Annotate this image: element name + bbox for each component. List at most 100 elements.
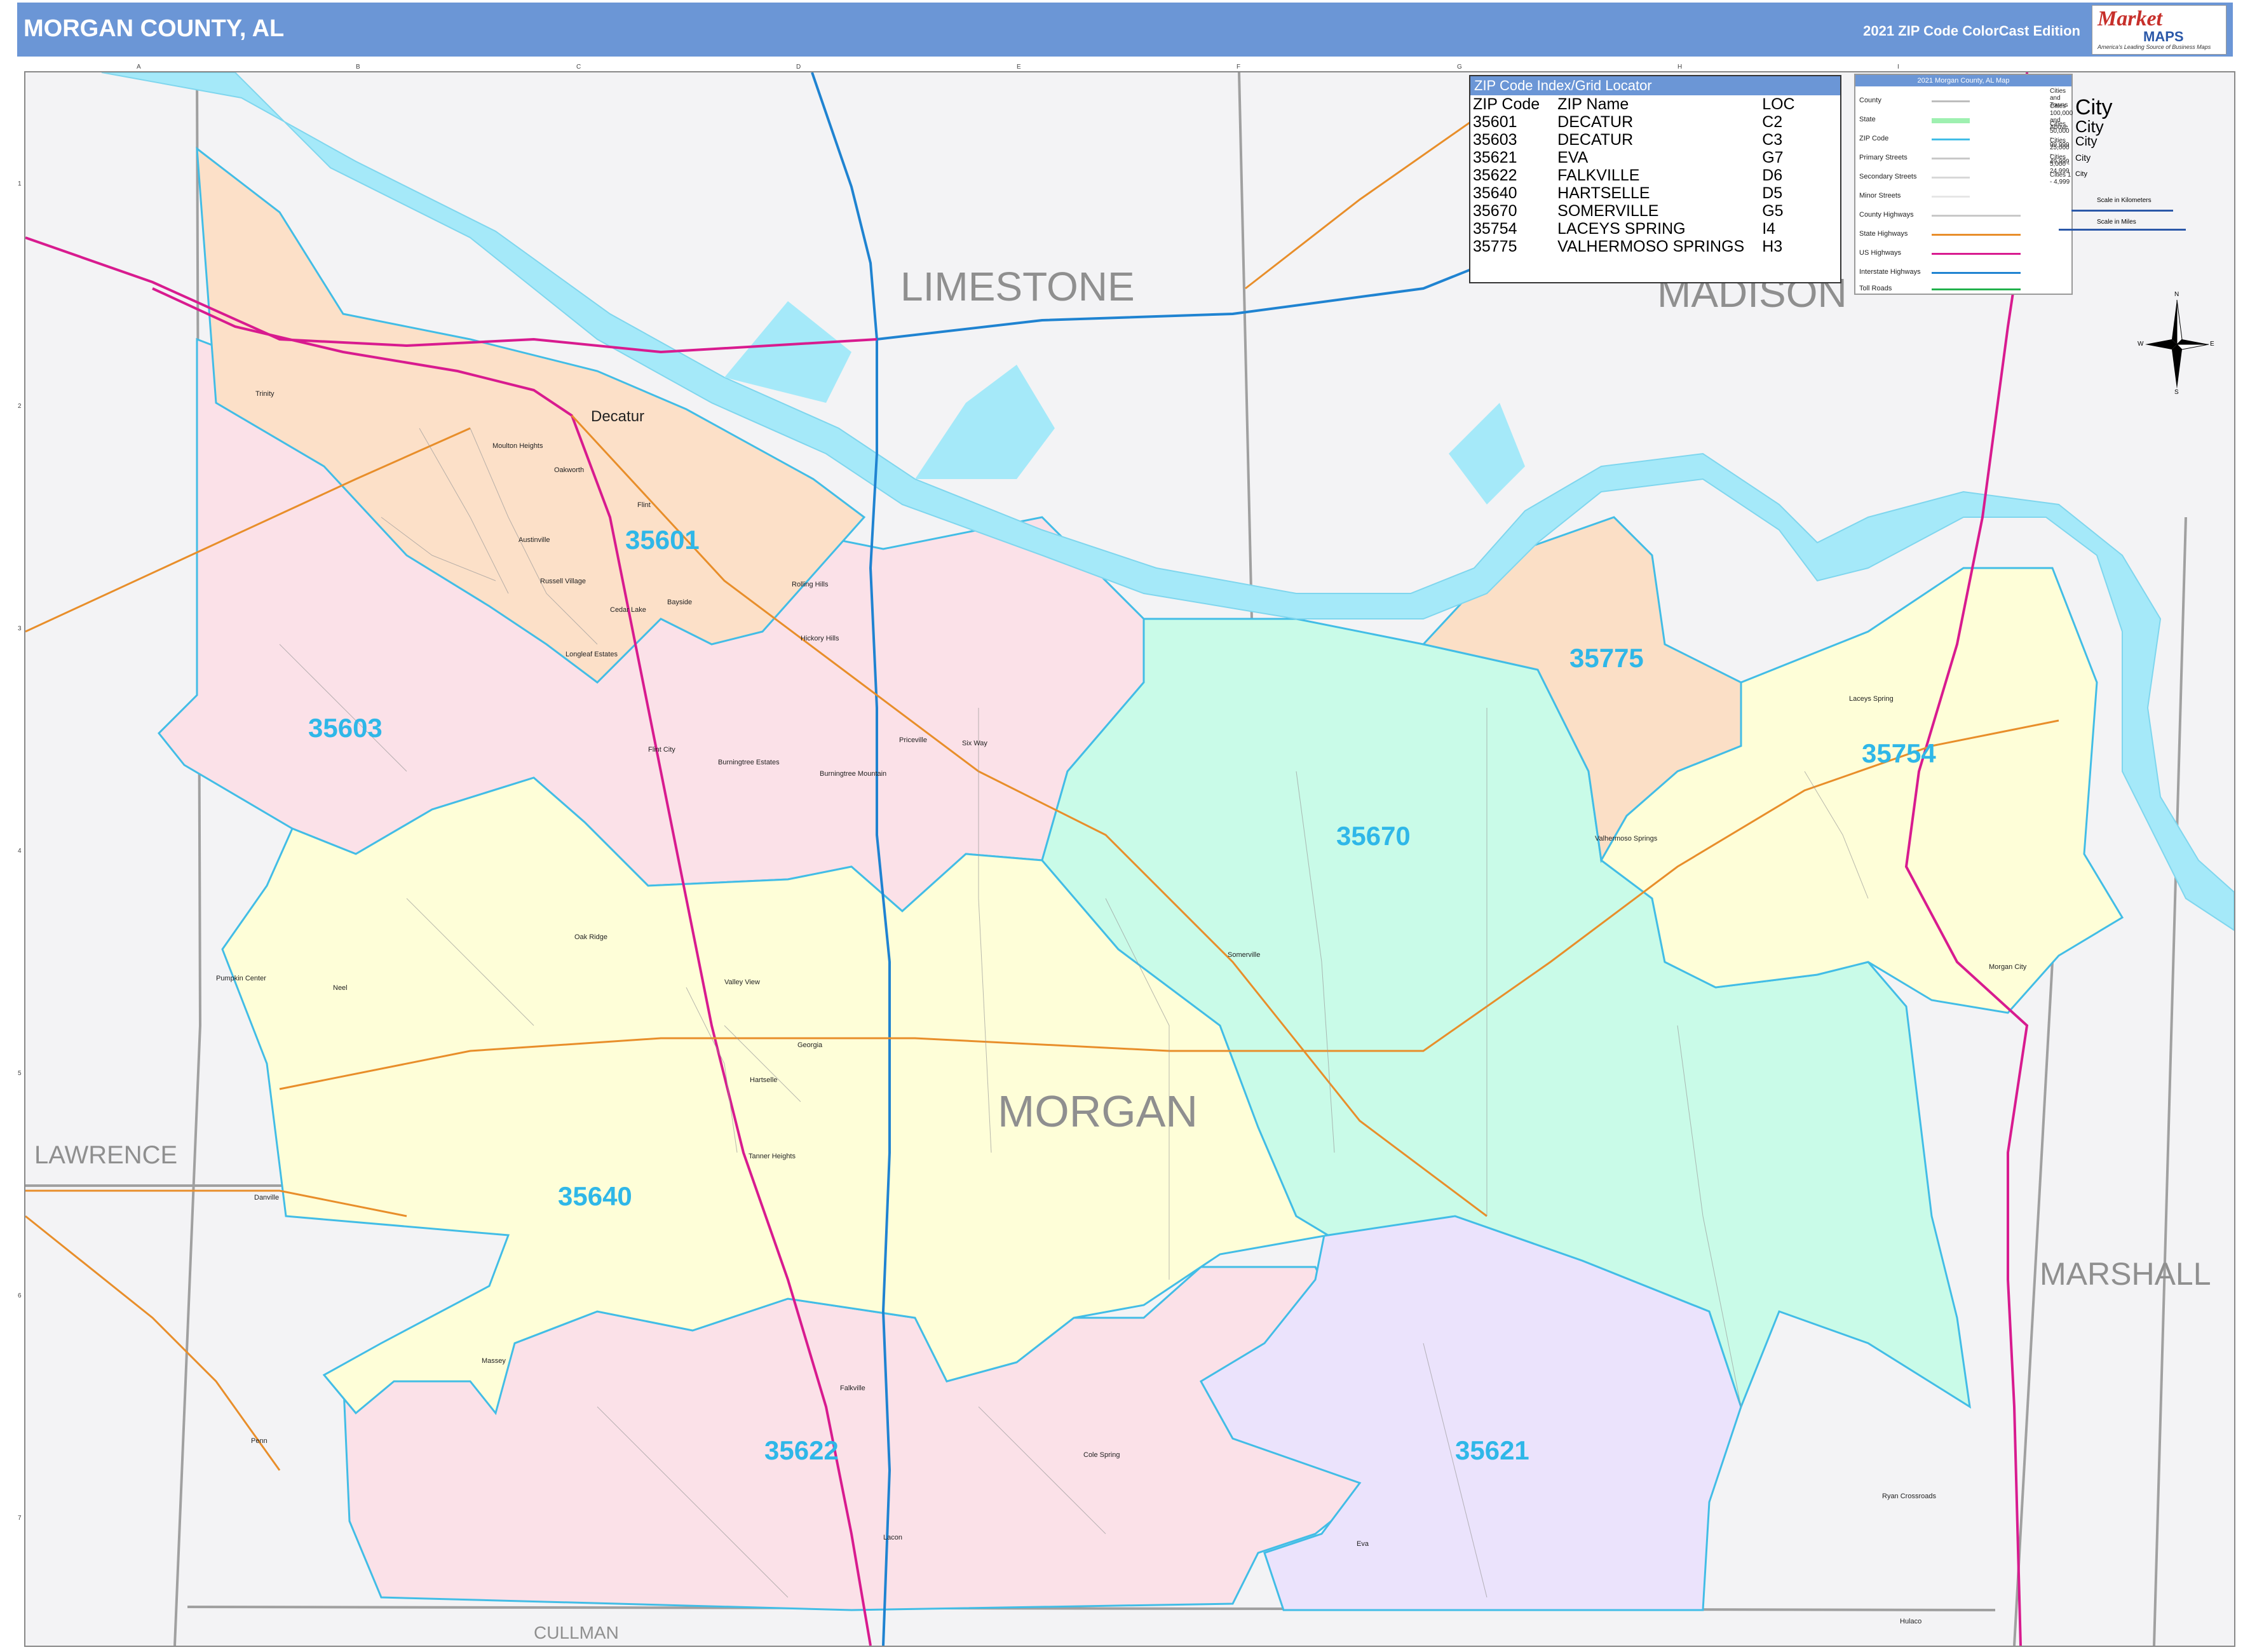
zip-index-table: ZIP Code ZIP Name LOC 35601 DECATUR C2 356…	[1473, 95, 1813, 255]
grid-number-1: 1	[18, 180, 22, 187]
zip-label-35603[interactable]: 35603	[308, 713, 383, 743]
zip-code-cell: 35775	[1473, 238, 1517, 255]
zip-index-row: 35622 FALKVILLE D6	[1473, 166, 1813, 184]
legend-item-county-hwy: County Highways	[1859, 211, 1914, 219]
zip-label-35621[interactable]: 35621	[1455, 1435, 1529, 1466]
city-label-flint: Flint	[637, 501, 651, 509]
city-label-russell-village: Russell Village	[540, 578, 586, 585]
city-label-moulton-heights: Moulton Heights	[492, 442, 543, 450]
grid-letter-e: E	[1017, 64, 1021, 71]
zip-name-cell: LACEYS SPRING	[1557, 220, 1686, 238]
city-label-pumpkin-center: Pumpkin Center	[216, 975, 266, 982]
zip-label-35670[interactable]: 35670	[1336, 821, 1411, 851]
legend-swatch-toll	[1932, 288, 2021, 290]
legend-swatch-primary	[1932, 158, 1970, 159]
grid-number-4: 4	[18, 848, 22, 855]
legend-sample-city-2: City	[2075, 117, 2104, 136]
city-label-falkville: Falkville	[840, 1385, 865, 1392]
city-label-hulaco: Hulaco	[1900, 1618, 1922, 1625]
map-legend: 2021 Morgan County, AL Map County State …	[1854, 74, 2073, 295]
legend-swatch-state	[1932, 118, 1970, 123]
city-label-tanner-heights: Tanner Heights	[749, 1153, 796, 1160]
city-label-hickory-hills: Hickory Hills	[801, 635, 839, 642]
zip-name-cell: DECATUR	[1557, 113, 1634, 131]
city-label-somerville: Somerville	[1228, 951, 1261, 959]
legend-title: 2021 Morgan County, AL Map	[1855, 75, 2071, 86]
grid-number-3: 3	[18, 625, 22, 632]
county-label-cullman: CULLMAN	[534, 1623, 619, 1642]
zip-code-cell: 35622	[1473, 166, 1517, 184]
city-label-rolling-hills: Rolling Hills	[792, 581, 829, 588]
zip-index-header: ZIP Code	[1473, 95, 1540, 113]
zip-loc-cell: I4	[1762, 220, 1776, 238]
logo-word: Market	[2098, 7, 2162, 30]
city-label-ryan-crossroads: Ryan Crossroads	[1882, 1493, 1936, 1500]
city-label-lacon: Lacon	[883, 1534, 902, 1541]
grid-number-7: 7	[18, 1515, 22, 1522]
legend-sample-city-3: City	[2075, 135, 2098, 149]
logo-maps: MAPS	[2143, 29, 2184, 44]
legend-swatch-state-hwy	[1932, 234, 2021, 236]
zip-loc-cell: G7	[1762, 149, 1784, 166]
zip-name-cell: SOMERVILLE	[1557, 202, 1659, 220]
city-label-hartselle: Hartselle	[750, 1076, 778, 1084]
legend-item-state: State	[1859, 116, 1876, 123]
grid-letter-a: A	[137, 64, 141, 71]
city-label-cedar-lake: Cedar Lake	[610, 606, 646, 614]
zip-loc-cell: H3	[1762, 238, 1783, 255]
city-label-trinity: Trinity	[255, 390, 274, 398]
city-label-burningtree-mountain: Burningtree Mountain	[820, 770, 887, 778]
city-label-bayside: Bayside	[667, 599, 693, 606]
legend-city-size-5: Cities 1 - 4,999	[2050, 172, 2071, 186]
city-label-danville: Danville	[254, 1194, 280, 1202]
zip-loc-cell: D6	[1762, 166, 1783, 184]
zip-name-cell: VALHERMOSO SPRINGS	[1557, 238, 1745, 255]
zip-name-cell: FALKVILLE	[1557, 166, 1640, 184]
compass-s: S	[2174, 389, 2179, 396]
grid-letter-h: H	[1677, 64, 1683, 71]
legend-swatch-county-hwy	[1932, 215, 2021, 217]
compass-rose-icon: N S W E	[2138, 291, 2214, 396]
legend-swatch-secondary	[1932, 177, 1970, 179]
compass-n: N	[2174, 291, 2179, 298]
zip-index-header: LOC	[1762, 95, 1795, 113]
city-label-longleaf-estates: Longleaf Estates	[566, 651, 618, 658]
market-maps-logo: Market MAPS America's Leading Source of …	[2092, 5, 2226, 55]
grid-letter-d: D	[796, 64, 801, 71]
zip-label-35601[interactable]: 35601	[625, 525, 700, 555]
legend-item-county: County	[1859, 97, 1881, 104]
city-label-decatur: Decatur	[591, 408, 645, 425]
map-title: MORGAN COUNTY, AL	[24, 15, 285, 42]
grid-number-2: 2	[18, 403, 22, 410]
map-canvas[interactable]: MORGAN LIMESTONE MADISON LAWRENCE MARSHA…	[18, 64, 2235, 1647]
grid-letter-g: G	[1457, 64, 1462, 71]
zip-index-header: ZIP Name	[1557, 95, 1629, 113]
scale-bar-km	[2071, 210, 2173, 212]
compass-w: W	[2138, 341, 2144, 348]
zip-label-35622[interactable]: 35622	[764, 1435, 839, 1466]
legend-scale-km: Scale in Kilometers	[2097, 197, 2152, 204]
zip-label-35775[interactable]: 35775	[1569, 643, 1644, 674]
legend-sample-city-4: City	[2075, 152, 2091, 163]
zip-index-header-row: ZIP Code ZIP Name LOC	[1473, 95, 1813, 113]
zip-label-35640[interactable]: 35640	[558, 1181, 632, 1212]
legend-swatch-interstate	[1932, 272, 2021, 274]
zip-name-cell: HARTSELLE	[1557, 184, 1650, 202]
logo-tagline: America's Leading Source of Business Map…	[2098, 44, 2211, 50]
zip-index-row: 35603 DECATUR C3	[1473, 131, 1813, 149]
legend-swatch-county	[1932, 100, 1970, 102]
legend-item-toll: Toll Roads	[1859, 285, 1892, 292]
zip-label-35754[interactable]: 35754	[1862, 738, 1936, 769]
city-label-neel: Neel	[333, 984, 348, 992]
legend-swatch-us-hwy	[1932, 253, 2021, 255]
zip-code-index: ZIP Code Index/Grid Locator ZIP Code ZIP…	[1469, 75, 1841, 283]
grid-letter-f: F	[1237, 64, 1241, 71]
legend-item-zip: ZIP Code	[1859, 135, 1889, 142]
zip-loc-cell: C3	[1762, 131, 1783, 149]
zip-index-title: ZIP Code Index/Grid Locator	[1470, 76, 1840, 95]
compass-e: E	[2210, 341, 2214, 348]
city-label-six-way: Six Way	[962, 740, 987, 747]
zip-loc-cell: C2	[1762, 113, 1783, 131]
scale-bar-mi	[2059, 229, 2186, 231]
zip-code-cell: 35621	[1473, 149, 1517, 166]
